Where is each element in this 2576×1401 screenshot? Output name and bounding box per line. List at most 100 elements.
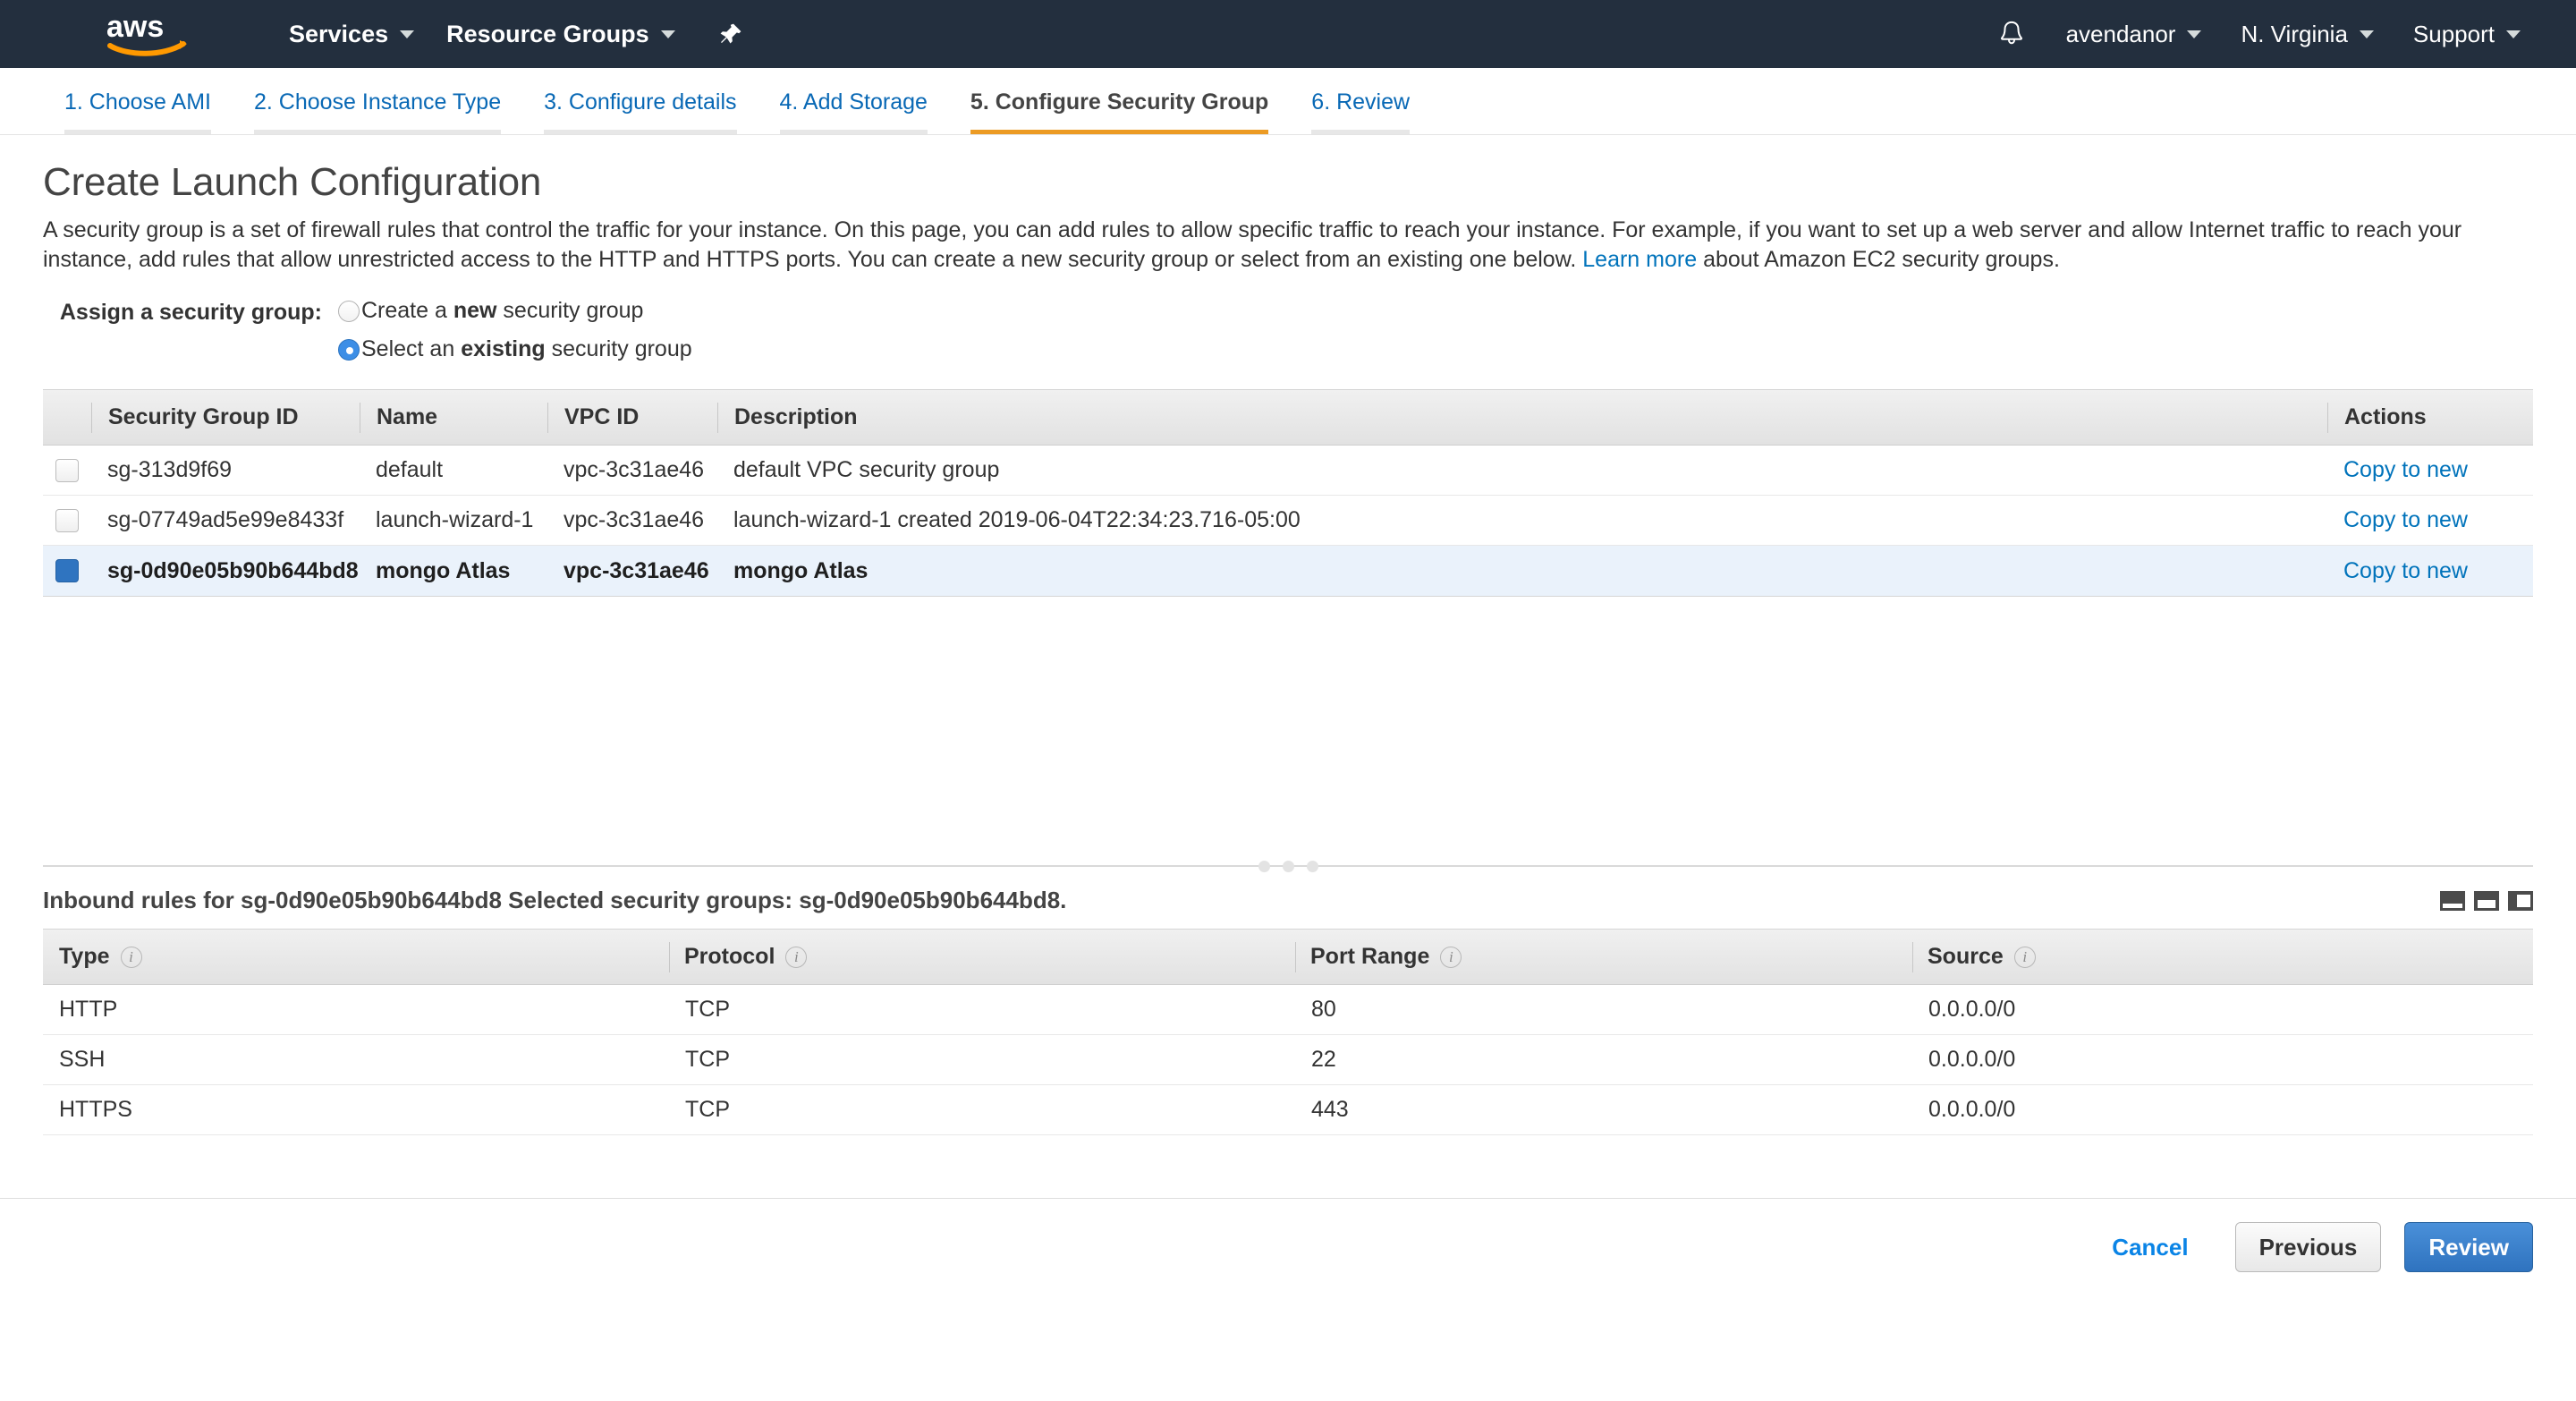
row-name: mongo Atlas bbox=[360, 558, 547, 584]
chevron-down-icon bbox=[2360, 30, 2374, 38]
nav-services-label: Services bbox=[289, 21, 388, 48]
copy-to-new-link[interactable]: Copy to new bbox=[2343, 558, 2468, 583]
rule-source: 0.0.0.0/0 bbox=[1912, 997, 2533, 1023]
radio-select-existing-security-group[interactable]: Select an existing security group bbox=[338, 336, 692, 362]
radio-create-new-security-group[interactable]: Create a new security group bbox=[338, 298, 692, 324]
nav-account-label: avendanor bbox=[2066, 21, 2176, 48]
row-name: default bbox=[360, 457, 547, 483]
rule-type: HTTPS bbox=[43, 1097, 669, 1123]
table-row[interactable]: sg-0d90e05b90b644bd8 mongo Atlas vpc-3c3… bbox=[43, 546, 2533, 596]
column-header-protocol[interactable]: Protocol i bbox=[669, 942, 1295, 972]
page-content: Create Launch Configuration A security g… bbox=[0, 160, 2576, 1135]
inbound-rules-table-header: Type i Protocol i Port Range i Source i bbox=[43, 930, 2533, 985]
column-header-security-group-id[interactable]: Security Group ID bbox=[91, 403, 360, 433]
nav-region-menu[interactable]: N. Virginia bbox=[2221, 0, 2393, 68]
info-icon[interactable]: i bbox=[121, 947, 142, 968]
security-groups-table-header: Security Group ID Name VPC ID Descriptio… bbox=[43, 390, 2533, 446]
row-vpc-id: vpc-3c31ae46 bbox=[547, 558, 717, 584]
row-checkbox-cell bbox=[43, 509, 91, 532]
info-icon[interactable]: i bbox=[1440, 947, 1462, 968]
wizard-step-2[interactable]: 2. Choose Instance Type bbox=[233, 81, 522, 134]
aws-logo-icon[interactable]: aws bbox=[98, 0, 197, 68]
wizard-step-4-underline bbox=[780, 130, 928, 134]
rule-source: 0.0.0.0/0 bbox=[1912, 1047, 2533, 1073]
nav-left-group: aws Services Resource Groups bbox=[0, 0, 743, 68]
nav-services-menu[interactable]: Services bbox=[273, 0, 430, 68]
nav-support-label: Support bbox=[2413, 21, 2495, 48]
wizard-step-5[interactable]: 5. Configure Security Group bbox=[949, 81, 1290, 134]
wizard-footer: Cancel Previous Review bbox=[0, 1198, 2576, 1299]
top-navigation-bar: aws Services Resource Groups ave bbox=[0, 0, 2576, 68]
panel-split-icon[interactable] bbox=[2474, 891, 2499, 911]
rule-protocol: TCP bbox=[669, 1097, 1295, 1123]
wizard-step-6[interactable]: 6. Review bbox=[1290, 81, 1431, 134]
wizard-step-2-label: 2. Choose Instance Type bbox=[254, 81, 501, 130]
rule-port-range: 443 bbox=[1295, 1097, 1912, 1123]
table-row[interactable]: sg-07749ad5e99e8433f launch-wizard-1 vpc… bbox=[43, 496, 2533, 546]
rule-port-range: 22 bbox=[1295, 1047, 1912, 1073]
row-vpc-id: vpc-3c31ae46 bbox=[547, 507, 717, 533]
radio-select-existing-indicator[interactable] bbox=[338, 339, 360, 361]
column-header-vpc-id[interactable]: VPC ID bbox=[547, 403, 717, 433]
page-title: Create Launch Configuration bbox=[43, 160, 2533, 205]
row-checkbox[interactable] bbox=[55, 459, 79, 482]
copy-to-new-link[interactable]: Copy to new bbox=[2343, 507, 2468, 532]
bell-icon[interactable] bbox=[1977, 0, 2046, 68]
radio-create-new-indicator[interactable] bbox=[338, 301, 360, 322]
wizard-step-1[interactable]: 1. Choose AMI bbox=[43, 81, 233, 134]
row-actions-cell: Copy to new bbox=[2327, 507, 2533, 533]
copy-to-new-link[interactable]: Copy to new bbox=[2343, 457, 2468, 482]
chevron-down-icon bbox=[2506, 30, 2521, 38]
review-button[interactable]: Review bbox=[2404, 1222, 2533, 1272]
table-row: HTTP TCP 80 0.0.0.0/0 bbox=[43, 985, 2533, 1035]
radio-select-existing-label: Select an existing security group bbox=[361, 336, 692, 362]
row-checkbox-cell bbox=[43, 459, 91, 482]
row-checkbox[interactable] bbox=[55, 559, 79, 582]
inbound-rules-table: Type i Protocol i Port Range i Source i … bbox=[43, 929, 2533, 1135]
row-security-group-id: sg-0d90e05b90b644bd8 bbox=[91, 558, 360, 584]
panel-right-icon[interactable] bbox=[2508, 891, 2533, 911]
previous-button[interactable]: Previous bbox=[2235, 1222, 2382, 1272]
pin-icon[interactable] bbox=[718, 0, 743, 68]
page-description: A security group is a set of firewall ru… bbox=[43, 216, 2512, 275]
column-header-actions[interactable]: Actions bbox=[2327, 403, 2533, 433]
wizard-step-3-label: 3. Configure details bbox=[544, 81, 736, 130]
rule-protocol: TCP bbox=[669, 997, 1295, 1023]
row-vpc-id: vpc-3c31ae46 bbox=[547, 457, 717, 483]
nav-right-group: avendanor N. Virginia Support bbox=[1977, 0, 2576, 68]
row-checkbox-cell bbox=[43, 559, 91, 582]
column-header-name[interactable]: Name bbox=[360, 403, 547, 433]
description-text-1: A security group is a set of firewall ru… bbox=[43, 217, 2462, 272]
column-header-source-label: Source bbox=[1928, 944, 2004, 970]
wizard-step-3-underline bbox=[544, 130, 736, 134]
column-header-source[interactable]: Source i bbox=[1912, 942, 2533, 972]
wizard-step-5-underline bbox=[970, 130, 1268, 134]
cancel-button[interactable]: Cancel bbox=[2089, 1223, 2211, 1271]
column-header-port-range-label: Port Range bbox=[1310, 944, 1429, 970]
nav-account-menu[interactable]: avendanor bbox=[2046, 0, 2222, 68]
panel-splitter[interactable] bbox=[43, 865, 2533, 883]
wizard-step-3[interactable]: 3. Configure details bbox=[522, 81, 758, 134]
learn-more-link[interactable]: Learn more bbox=[1582, 247, 1697, 272]
table-row[interactable]: sg-313d9f69 default vpc-3c31ae46 default… bbox=[43, 446, 2533, 496]
rule-type: HTTP bbox=[43, 997, 669, 1023]
nav-support-menu[interactable]: Support bbox=[2394, 0, 2540, 68]
info-icon[interactable]: i bbox=[785, 947, 807, 968]
column-header-type-label: Type bbox=[59, 944, 110, 970]
column-header-port-range[interactable]: Port Range i bbox=[1295, 942, 1912, 972]
select-all-header bbox=[43, 403, 91, 433]
wizard-step-4[interactable]: 4. Add Storage bbox=[758, 81, 949, 134]
info-icon[interactable]: i bbox=[2014, 947, 2036, 968]
svg-text:aws: aws bbox=[106, 10, 164, 44]
wizard-step-2-underline bbox=[254, 130, 501, 134]
row-actions-cell: Copy to new bbox=[2327, 558, 2533, 584]
panel-layout-controls bbox=[2440, 891, 2533, 911]
description-text-2: about Amazon EC2 security groups. bbox=[1697, 247, 2060, 272]
panel-bottom-icon[interactable] bbox=[2440, 891, 2465, 911]
row-checkbox[interactable] bbox=[55, 509, 79, 532]
column-header-type[interactable]: Type i bbox=[43, 942, 669, 972]
row-description: default VPC security group bbox=[717, 457, 2327, 483]
splitter-grip-handle[interactable] bbox=[43, 861, 2533, 872]
nav-resource-groups-menu[interactable]: Resource Groups bbox=[430, 0, 691, 68]
column-header-description[interactable]: Description bbox=[717, 403, 2327, 433]
